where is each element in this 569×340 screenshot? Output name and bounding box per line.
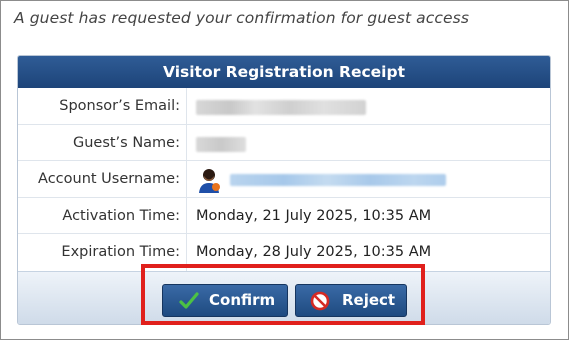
activation-time-value: Monday, 21 July 2025, 10:35 AM bbox=[196, 207, 432, 224]
sponsor-email-label: Sponsor’s Email: bbox=[59, 98, 180, 114]
prohibited-icon bbox=[310, 291, 330, 311]
column-divider bbox=[186, 88, 187, 124]
confirm-label: Confirm bbox=[209, 291, 276, 309]
row-activation-time: Activation Time: Monday, 21 July 2025, 1… bbox=[18, 197, 550, 234]
action-bar: Confirm Reject bbox=[18, 271, 550, 324]
column-divider bbox=[186, 161, 187, 197]
column-divider bbox=[186, 124, 187, 160]
visitor-receipt-panel: Visitor Registration Receipt Sponsor’s E… bbox=[17, 55, 551, 325]
checkmark-icon bbox=[179, 292, 199, 309]
row-account-username: Account Username: bbox=[18, 161, 550, 198]
expiration-time-value: Monday, 28 July 2025, 10:35 AM bbox=[196, 244, 432, 260]
expiration-time-label: Expiration Time: bbox=[61, 244, 180, 260]
guest-name-label: Guest’s Name: bbox=[72, 134, 180, 151]
account-username-label: Account Username: bbox=[38, 171, 180, 187]
row-guest-name: Guest’s Name: bbox=[18, 124, 550, 161]
reject-label: Reject bbox=[342, 291, 396, 309]
column-divider bbox=[186, 197, 187, 233]
confirm-button[interactable]: Confirm bbox=[162, 284, 288, 317]
screenshot-frame: A guest has requested your confirmation … bbox=[0, 0, 569, 340]
user-avatar-icon bbox=[199, 169, 220, 193]
receipt-title: Visitor Registration Receipt bbox=[18, 56, 550, 88]
account-username-redacted bbox=[230, 174, 446, 186]
activation-time-label: Activation Time: bbox=[62, 207, 180, 224]
reject-button[interactable]: Reject bbox=[295, 284, 407, 317]
column-divider bbox=[186, 234, 187, 271]
intro-message: A guest has requested your confirmation … bbox=[14, 9, 470, 27]
sponsor-email-redacted bbox=[196, 100, 366, 115]
row-sponsor-email: Sponsor’s Email: bbox=[18, 88, 550, 125]
row-expiration-time: Expiration Time: Monday, 28 July 2025, 1… bbox=[18, 234, 550, 271]
guest-name-redacted bbox=[196, 136, 246, 152]
